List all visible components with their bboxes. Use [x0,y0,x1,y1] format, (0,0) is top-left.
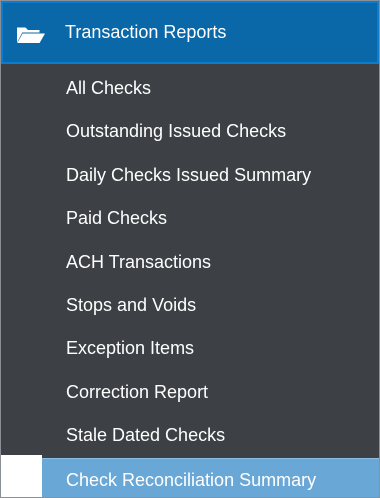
menu-item-paid-checks[interactable]: Paid Checks [1,197,379,240]
menu-item-stale-dated-checks[interactable]: Stale Dated Checks [1,414,379,457]
transaction-reports-nav-panel: Transaction Reports All Checks Outstandin… [1,1,379,497]
menu-item-daily-checks-issued-summary[interactable]: Daily Checks Issued Summary [1,154,379,197]
menu-item-outstanding-issued-checks[interactable]: Outstanding Issued Checks [1,110,379,153]
transaction-reports-nav-frame: Transaction Reports All Checks Outstandin… [0,0,380,498]
menu-item-ach-transactions[interactable]: ACH Transactions [1,241,379,284]
menu-item-exception-items[interactable]: Exception Items [1,327,379,370]
menu-item-check-reconciliation-summary[interactable]: Check Reconciliation Summary [42,457,379,497]
menu-item-all-checks[interactable]: All Checks [1,67,379,110]
menu-item-stops-and-voids[interactable]: Stops and Voids [1,284,379,327]
transaction-reports-title: Transaction Reports [65,22,227,42]
menu-item-correction-report[interactable]: Correction Report [1,371,379,414]
folder-open-icon [17,27,45,43]
selection-stub [1,455,42,497]
transaction-reports-menu: All Checks Outstanding Issued Checks Daily… [1,67,379,497]
transaction-reports-header[interactable]: Transaction Reports [1,1,379,64]
